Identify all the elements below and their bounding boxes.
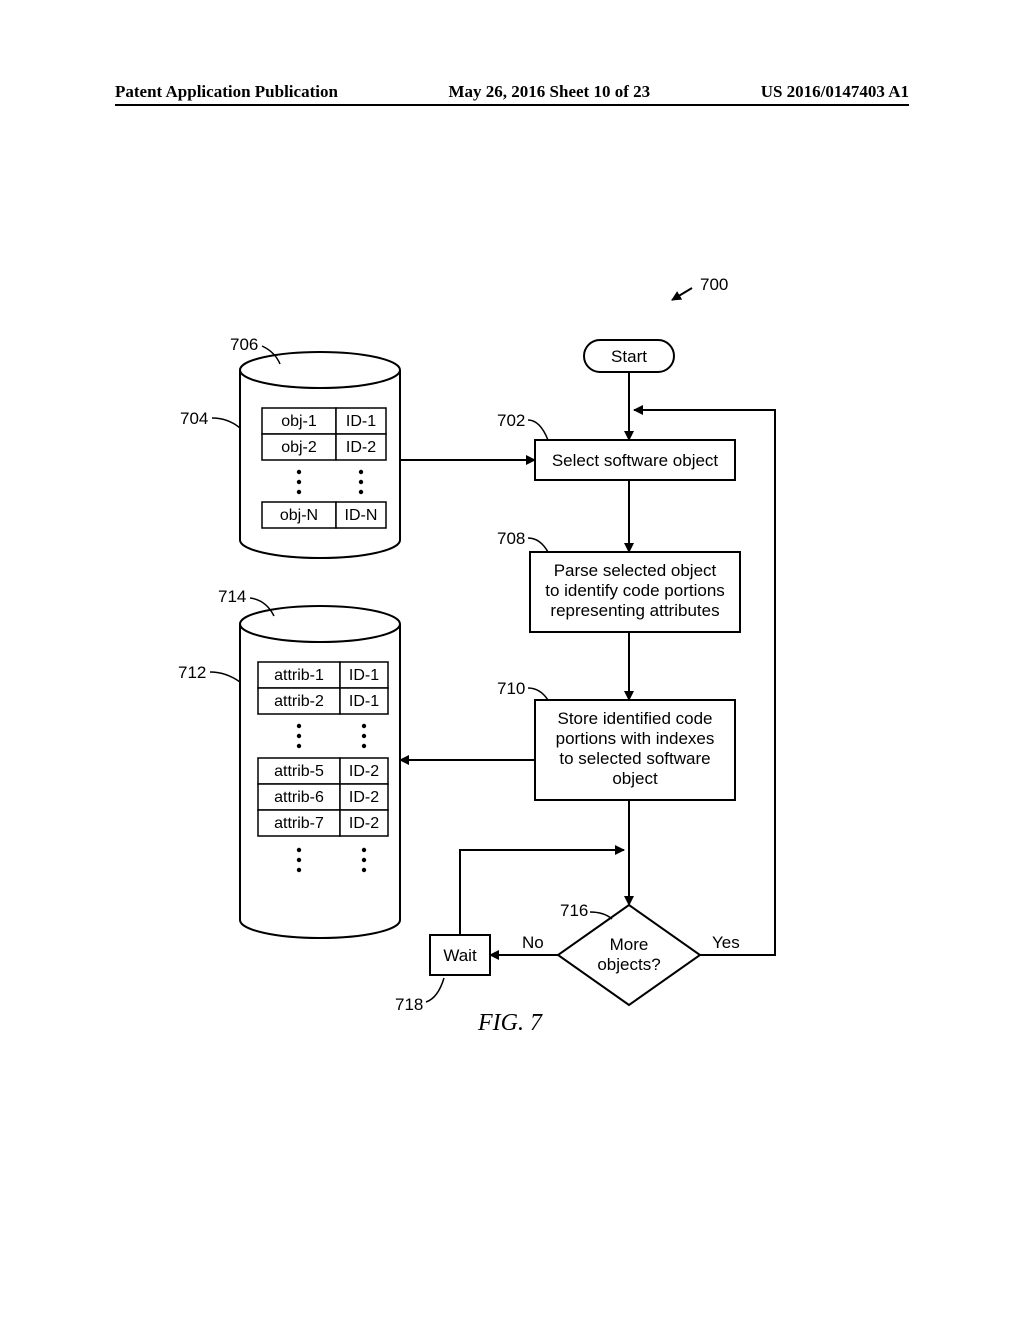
svg-text:718: 718 bbox=[395, 995, 423, 1014]
ref-716: 716 bbox=[560, 901, 612, 920]
ref-710: 710 bbox=[497, 679, 548, 700]
svg-text:attrib-1: attrib-1 bbox=[274, 667, 324, 684]
svg-text:ID-2: ID-2 bbox=[346, 439, 376, 456]
ref-718: 718 bbox=[395, 978, 444, 1014]
svg-text:700: 700 bbox=[700, 275, 728, 294]
svg-text:ID-N: ID-N bbox=[345, 507, 378, 524]
svg-text:710: 710 bbox=[497, 679, 525, 698]
svg-text:ID-2: ID-2 bbox=[349, 763, 379, 780]
svg-text:Store identified code: Store identified code bbox=[558, 709, 713, 728]
svg-text:ID-1: ID-1 bbox=[349, 667, 379, 684]
label-yes: Yes bbox=[712, 933, 740, 952]
svg-text:attrib-6: attrib-6 bbox=[274, 789, 324, 806]
database-712: attrib-1 ID-1 attrib-2 ID-1 attrib-5 ID-… bbox=[240, 606, 400, 938]
step-710: Store identified code portions with inde… bbox=[535, 700, 735, 800]
figure-label: FIG. 7 bbox=[477, 1010, 543, 1036]
svg-text:obj-1: obj-1 bbox=[281, 413, 317, 430]
svg-text:704: 704 bbox=[180, 409, 208, 428]
step-718-wait: Wait bbox=[430, 935, 490, 975]
svg-text:Parse selected object: Parse selected object bbox=[554, 561, 717, 580]
svg-text:716: 716 bbox=[560, 901, 588, 920]
table-706: obj-1 ID-1 obj-2 ID-2 obj-N ID-N bbox=[262, 408, 386, 528]
svg-text:objects?: objects? bbox=[597, 955, 660, 974]
svg-text:708: 708 bbox=[497, 529, 525, 548]
svg-text:to selected software: to selected software bbox=[559, 749, 710, 768]
svg-text:attrib-7: attrib-7 bbox=[274, 815, 324, 832]
svg-text:representing attributes: representing attributes bbox=[550, 601, 719, 620]
svg-text:obj-N: obj-N bbox=[280, 507, 318, 524]
svg-text:attrib-5: attrib-5 bbox=[274, 763, 324, 780]
svg-text:obj-2: obj-2 bbox=[281, 439, 317, 456]
decision-716: More objects? bbox=[558, 905, 700, 1005]
svg-text:ID-2: ID-2 bbox=[349, 789, 379, 806]
svg-text:object: object bbox=[612, 769, 658, 788]
svg-text:ID-1: ID-1 bbox=[346, 413, 376, 430]
svg-text:Select software object: Select software object bbox=[552, 451, 719, 470]
svg-text:706: 706 bbox=[230, 335, 258, 354]
ref-708: 708 bbox=[497, 529, 548, 552]
svg-text:712: 712 bbox=[178, 663, 206, 682]
svg-text:702: 702 bbox=[497, 411, 525, 430]
svg-text:Start: Start bbox=[611, 347, 647, 366]
database-704: obj-1 ID-1 obj-2 ID-2 obj-N ID-N bbox=[240, 352, 400, 558]
svg-text:More: More bbox=[610, 935, 649, 954]
svg-text:attrib-2: attrib-2 bbox=[274, 693, 324, 710]
svg-text:to identify code portions: to identify code portions bbox=[545, 581, 725, 600]
step-702: Select software object bbox=[535, 440, 735, 480]
svg-text:ID-2: ID-2 bbox=[349, 815, 379, 832]
label-no: No bbox=[522, 933, 544, 952]
diagram-svg: 700 Start Select software object 702 Par… bbox=[0, 0, 1024, 1320]
svg-text:portions with indexes: portions with indexes bbox=[556, 729, 715, 748]
ref-702: 702 bbox=[497, 411, 548, 440]
step-708: Parse selected object to identify code p… bbox=[530, 552, 740, 632]
svg-text:ID-1: ID-1 bbox=[349, 693, 379, 710]
svg-text:Wait: Wait bbox=[443, 946, 477, 965]
start-terminator: Start bbox=[584, 340, 674, 372]
ref-704: 704 bbox=[180, 409, 240, 428]
ref-700: 700 bbox=[672, 275, 728, 300]
table-714: attrib-1 ID-1 attrib-2 ID-1 attrib-5 ID-… bbox=[258, 662, 388, 872]
svg-text:714: 714 bbox=[218, 587, 246, 606]
ref-712: 712 bbox=[178, 663, 240, 682]
